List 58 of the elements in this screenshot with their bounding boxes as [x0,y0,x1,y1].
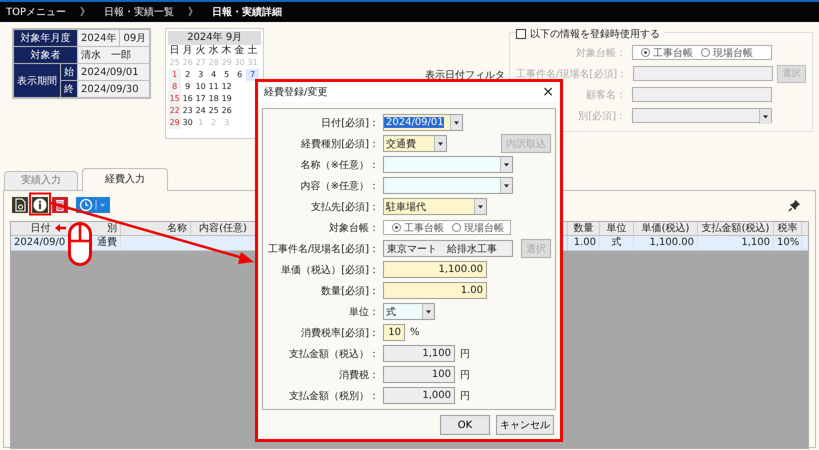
info-label: 対象者 [13,46,78,64]
info-value: 2024/09/01 [78,64,150,80]
table-cell: 式 [600,236,634,250]
field-label: 工事件名/現場名[必須]： [516,68,628,80]
table-cell: 1,100 [698,236,774,250]
field-label: 経費種別[必須]： [300,138,379,150]
radio-label: 現場台帳 [464,222,504,234]
info-label: 対象年月度 [13,29,78,46]
column-header: 単位 [600,222,634,235]
field-label: 対象台帳： [576,46,626,60]
field-label: 消費税： [338,368,379,382]
info-value: 09月 [120,29,150,46]
column-header: 単価(税込) [634,222,698,235]
field-label: 対象台帳： [328,222,379,234]
field-label: 消費税率[必須]： [300,326,379,340]
field-label: 支払先[必須]： [310,200,379,214]
unit-label: 円 [460,390,470,402]
field-label: 内容（※任意）： [300,180,379,192]
field-label: 名称（※任意）： [300,158,379,172]
column-header: 税率 [774,222,802,235]
weekday-label: 木 [220,45,233,57]
field-label: 顧客名： [586,88,626,102]
calendar-title: 2024年 9月 [168,31,262,45]
field-label: 単価（税込）[必須]： [280,264,379,276]
field-label: 数量[必須]： [320,284,379,298]
radio-label: 工事台帳 [653,46,693,60]
weekday-label: 金 [234,45,246,57]
table-cell: 1,100.00 [634,236,698,250]
column-header: 名称 [121,222,191,235]
column-header: 支払金額(税込) [698,222,774,235]
field-label: 支払金額（税込）： [288,348,379,360]
info-label: 表示期間 [13,64,60,98]
weekday-label: 土 [246,45,259,57]
unit-label: % [410,327,420,338]
dialog-title: 経費登録/変更 [264,86,328,99]
field-label: 工事件名/現場名[必須]： [266,242,379,256]
checkbox-label: 以下の情報を登録時使用する [530,28,660,41]
table-cell: 10% [774,236,802,250]
weekday-label: 月 [182,45,194,57]
radio-label: 現場台帳 [713,46,753,60]
breadcrumb-separator: 》 [188,6,198,19]
column-header: 数量 [568,222,600,235]
weekday-label: 火 [194,45,207,57]
field-label: 支払金額（税別）： [288,390,379,402]
field-label: 別[必須]： [578,110,626,122]
field-label: 日付[必須]： [320,116,379,130]
unit-label: 円 [460,348,470,360]
info-value: 清水 一郎 [78,46,150,64]
breadcrumb-separator: 》 [80,6,90,19]
weekday-label: 水 [208,45,220,57]
info-value: 2024/09/30 [78,80,150,98]
filter-label: 表示日付フィルタ [424,68,505,82]
field-label: 単位： [348,306,379,318]
table-cell: 1.00 [568,236,600,250]
weekday-label: 日 [168,45,181,57]
radio-label: 工事台帳 [404,222,444,234]
info-value: 2024年 [78,29,120,46]
unit-label: 円 [460,368,470,382]
